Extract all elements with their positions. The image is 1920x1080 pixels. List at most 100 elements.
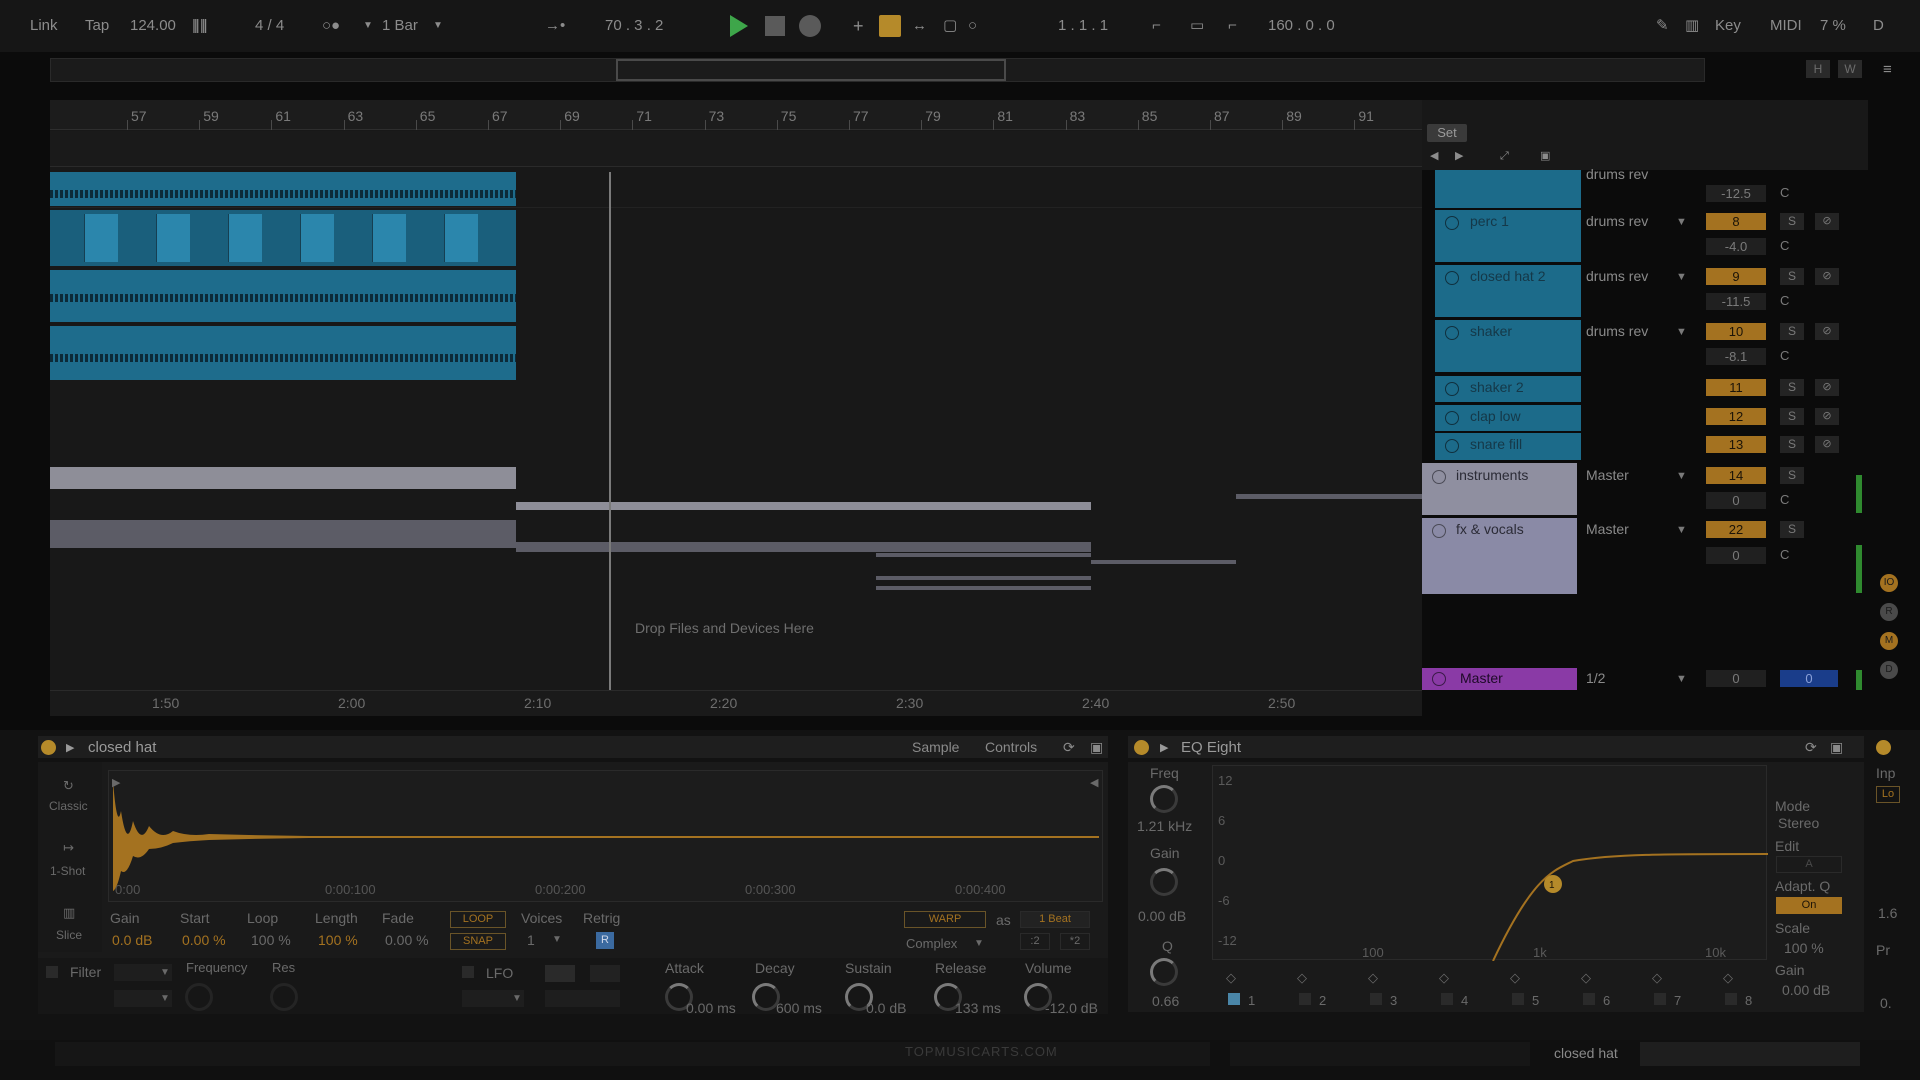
sample-waveform[interactable] (108, 770, 1103, 902)
output-gain-value[interactable]: 0.00 dB (1782, 982, 1830, 998)
fade-value[interactable]: 0.00 % (385, 932, 429, 948)
end-marker-icon[interactable]: ◀ (1090, 776, 1098, 789)
track-output-routing[interactable]: drums rev (1586, 213, 1648, 229)
band-marker-label[interactable]: 1 (1549, 880, 1555, 891)
stop-icon[interactable] (765, 16, 785, 36)
q-knob[interactable] (1150, 958, 1178, 986)
play-device-icon[interactable]: ▶ (1160, 741, 1168, 754)
track-activator[interactable]: 14 (1706, 467, 1766, 484)
start-value[interactable]: 0.00 % (182, 932, 226, 948)
side-toggle-button[interactable]: M (1880, 632, 1898, 650)
arm-icon[interactable]: ⊘ (1815, 379, 1839, 396)
save-preset-icon[interactable]: ▣ (1090, 739, 1103, 756)
band-filter-type-icon[interactable]: ◇ (1510, 970, 1520, 986)
track-activator[interactable]: 11 (1706, 379, 1766, 396)
track-header[interactable] (1435, 170, 1581, 208)
chevron-down-icon[interactable]: ▼ (1676, 470, 1687, 482)
tab-sample[interactable]: Sample (912, 739, 959, 755)
voices-value[interactable]: 1 (527, 932, 535, 948)
mode-classic-button[interactable]: Classic (49, 799, 88, 813)
loop-length-field[interactable]: 160 . 0 . 0 (1268, 16, 1335, 36)
filter-toggle[interactable] (46, 966, 58, 978)
gain-value[interactable]: 0.0 dB (112, 932, 152, 948)
fold-icon[interactable] (1432, 524, 1446, 538)
loop-switch-icon[interactable]: ▭ (1190, 16, 1204, 36)
group-clip-instruments[interactable] (1236, 494, 1422, 499)
chevron-down-icon[interactable]: ▼ (512, 993, 522, 1004)
master-volume[interactable]: 0 (1706, 670, 1766, 687)
quantize-dropdown[interactable]: 1 Bar (382, 16, 418, 36)
key-map-button[interactable]: Key (1715, 16, 1741, 36)
track-pan[interactable]: C (1780, 185, 1789, 200)
side-toggle-button[interactable]: D (1880, 661, 1898, 679)
group-clip-fx-vocals[interactable] (876, 586, 1091, 590)
band-enable-toggle[interactable] (1583, 993, 1595, 1005)
fold-icon[interactable] (1445, 439, 1459, 453)
snap-toggle-button[interactable]: SNAP (450, 933, 506, 950)
scale-value[interactable]: 100 % (1784, 940, 1824, 956)
solo-button[interactable]: S (1780, 323, 1804, 340)
group-clip-fx-vocals[interactable] (876, 576, 1091, 580)
track-output-routing[interactable]: drums rev (1586, 323, 1648, 339)
lfo-sync-button[interactable] (590, 965, 620, 982)
warp-button[interactable]: WARP (904, 911, 986, 928)
tap-button[interactable]: Tap (85, 16, 109, 36)
menu-icon[interactable]: ≡ (1883, 60, 1892, 80)
band-filter-type-icon[interactable]: ◇ (1581, 970, 1591, 986)
eq-display[interactable]: 1 (1212, 765, 1768, 961)
track-pan[interactable]: C (1780, 293, 1789, 308)
play-icon[interactable] (730, 15, 748, 37)
chevron-down-icon[interactable]: ▼ (1676, 326, 1687, 338)
fold-icon[interactable] (1445, 216, 1459, 230)
track-output-routing[interactable]: drums rev (1586, 166, 1648, 182)
band-filter-type-icon[interactable]: ◇ (1297, 970, 1307, 986)
track-activator[interactable]: 8 (1706, 213, 1766, 230)
tempo-field[interactable]: 124.00 (130, 16, 176, 36)
loop-start-field[interactable]: 1 . 1 . 1 (1058, 16, 1108, 36)
track-volume[interactable]: -12.5 (1706, 185, 1766, 202)
res-knob[interactable] (270, 983, 298, 1011)
q-value[interactable]: 0.66 (1152, 993, 1179, 1009)
mode-slice-button[interactable]: Slice (56, 928, 82, 942)
track-volume[interactable]: -4.0 (1706, 238, 1766, 255)
optimize-height-button[interactable]: H (1806, 60, 1830, 78)
group-pan[interactable]: C (1780, 492, 1789, 507)
chevron-down-icon[interactable]: ▼ (1676, 524, 1687, 536)
band-enable-toggle[interactable] (1299, 993, 1311, 1005)
solo-button[interactable]: S (1780, 467, 1804, 484)
fold-icon[interactable] (1432, 470, 1446, 484)
band-enable-toggle[interactable] (1441, 993, 1453, 1005)
expand-icon[interactable]: ⤢ (1500, 146, 1509, 166)
band-filter-type-icon[interactable]: ◇ (1368, 970, 1378, 986)
solo-button[interactable]: S (1780, 408, 1804, 425)
track-overview-thumbnail[interactable] (1640, 1042, 1860, 1066)
track-output-routing[interactable]: drums rev (1586, 268, 1648, 284)
band-filter-type-icon[interactable]: ◇ (1723, 970, 1733, 986)
device-power-icon[interactable] (1134, 740, 1149, 755)
save-preset-icon[interactable]: ▣ (1830, 739, 1843, 756)
hot-swap-icon[interactable]: ⟳ (1805, 739, 1817, 756)
solo-button[interactable]: S (1780, 213, 1804, 230)
arm-icon[interactable]: ⊘ (1815, 408, 1839, 425)
band-enable-toggle[interactable] (1370, 993, 1382, 1005)
group-output-routing[interactable]: Master (1586, 521, 1629, 537)
volume-value[interactable]: -12.0 dB (1045, 1000, 1098, 1016)
lfo-rate-field[interactable] (545, 990, 620, 1007)
side-toggle-button[interactable]: R (1880, 603, 1898, 621)
device-power-icon[interactable] (41, 740, 56, 755)
track-volume[interactable]: -11.5 (1706, 293, 1766, 310)
draw-mode-icon[interactable]: ✎ (1656, 16, 1669, 36)
chevron-down-icon[interactable]: ▼ (552, 934, 562, 945)
band-filter-type-icon[interactable]: ◇ (1226, 970, 1236, 986)
arrangement-position-field[interactable]: 70 . 3 . 2 (605, 16, 663, 36)
mode-dropdown[interactable]: Stereo (1778, 815, 1819, 831)
capture-icon[interactable]: ▢ (943, 16, 957, 36)
lfo-toggle[interactable] (462, 966, 474, 978)
arm-icon[interactable]: ⊘ (1815, 268, 1839, 285)
set-locator-button[interactable]: Set (1427, 124, 1467, 142)
band-filter-type-icon[interactable]: ◇ (1439, 970, 1449, 986)
computer-midi-keyboard-icon[interactable]: ▥ (1685, 16, 1699, 36)
punch-out-icon[interactable]: ⌐ (1228, 16, 1237, 36)
param-value[interactable]: 0. (1880, 995, 1892, 1011)
audio-clip[interactable] (50, 326, 516, 380)
